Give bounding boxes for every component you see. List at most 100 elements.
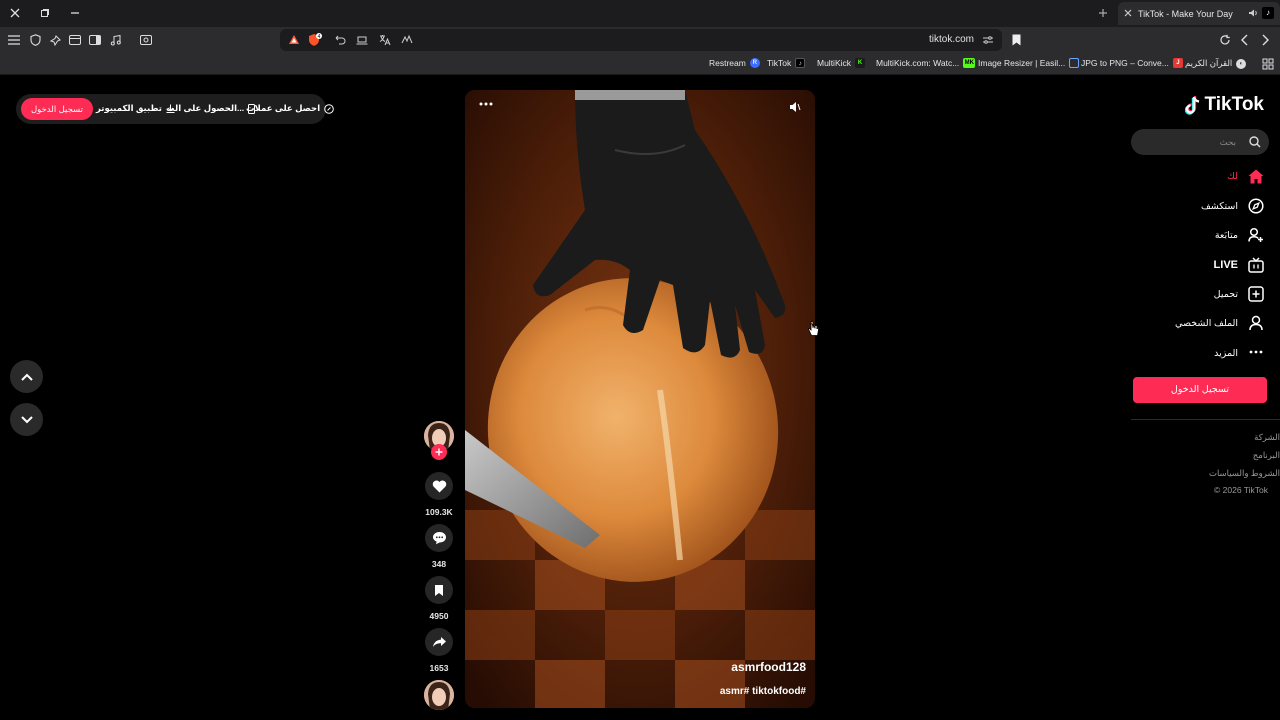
laptop-icon[interactable]: [356, 34, 368, 46]
new-tab-icon[interactable]: [1092, 4, 1114, 22]
restream-icon: R: [749, 58, 760, 68]
top-actions-pill: تسجيل الدخول تطبيق الكمبيوتر الحصول على …: [16, 94, 334, 124]
tiktok-note-icon: [1184, 95, 1199, 115]
search-placeholder: بحث: [1219, 137, 1236, 147]
browser-tab[interactable]: TikTok - Make Your Day ♪: [1118, 2, 1280, 25]
bookmark-icon: [435, 584, 443, 596]
get-coins-link[interactable]: احصل على عملات: [246, 103, 334, 114]
url-text: tiktok.com: [928, 34, 974, 45]
upload-icon[interactable]: [1247, 285, 1265, 303]
speaker-icon[interactable]: [1248, 8, 1258, 18]
follow-button[interactable]: [431, 444, 447, 460]
bookmark-multikick-watch[interactable]: MultiKick.com: Watc... MK: [876, 58, 976, 68]
footer-program-link[interactable]: البرنامج: [1253, 450, 1280, 461]
svg-text:4: 4: [318, 34, 321, 40]
login-button-small[interactable]: تسجيل الدخول: [21, 98, 93, 120]
sidebar-item-live[interactable]: LIVE: [1214, 259, 1238, 271]
like-button[interactable]: [425, 472, 453, 500]
profile-icon[interactable]: [1247, 314, 1265, 332]
sidebar-item-upload[interactable]: تحميل: [1214, 289, 1238, 300]
home-icon[interactable]: [1247, 167, 1265, 185]
brave-shield-icon[interactable]: 4: [308, 33, 322, 47]
video-frame-image: [465, 90, 815, 708]
shield-icon[interactable]: [27, 32, 43, 48]
get-app-link[interactable]: الحصول على الت...: [166, 103, 256, 114]
bookmark-label: JPG to PNG – Conve...: [1081, 58, 1169, 68]
speedreader-icon[interactable]: [401, 34, 413, 46]
share-count: 1653: [429, 663, 449, 673]
sidebar-icon[interactable]: [87, 32, 103, 48]
volume-icon[interactable]: [789, 101, 801, 113]
pin-icon[interactable]: [47, 32, 63, 48]
more-options-icon[interactable]: [479, 102, 493, 106]
sidebar-item-following[interactable]: متابَعة: [1215, 230, 1238, 241]
tabs-icon[interactable]: [67, 32, 83, 48]
more-icon[interactable]: [1247, 343, 1265, 361]
tiktok-favicon-icon: ♪: [1262, 7, 1274, 19]
comment-icon: [432, 532, 446, 545]
bookmarks-bar: Restream R TikTok ♪ MultiKick K MultiKic…: [0, 53, 1280, 75]
screenshot-icon[interactable]: [138, 32, 154, 48]
tab-title: TikTok - Make Your Day: [1138, 8, 1233, 19]
comment-count: 348: [431, 559, 447, 569]
restore-window-icon[interactable]: [34, 4, 56, 22]
login-button[interactable]: تسجيل الدخول: [1133, 377, 1267, 403]
site-settings-icon[interactable]: [982, 34, 994, 46]
music-disc-avatar[interactable]: [424, 680, 454, 710]
translate-icon[interactable]: [379, 34, 391, 46]
bookmark-icon[interactable]: [1008, 32, 1024, 48]
footer-company-link[interactable]: الشركة: [1254, 432, 1280, 443]
video-hashtags[interactable]: asmr# tiktokfood#: [720, 686, 806, 697]
music-icon[interactable]: [107, 32, 123, 48]
search-bar[interactable]: بحث: [1131, 129, 1269, 155]
bookmark-restream[interactable]: Restream R: [709, 58, 760, 68]
previous-video-button[interactable]: [10, 360, 43, 393]
reload-icon[interactable]: [1217, 32, 1233, 48]
minimize-window-icon[interactable]: [64, 4, 86, 22]
coin-icon: [324, 103, 334, 114]
kick-icon: K: [855, 58, 866, 68]
bookmark-image-resizer[interactable]: Image Resizer | Easil...: [978, 58, 1080, 68]
bookmark-label: MultiKick: [817, 58, 852, 68]
bookmark-tiktok[interactable]: TikTok ♪: [767, 58, 806, 68]
video-username[interactable]: asmrfood128: [731, 660, 806, 674]
close-tab-icon[interactable]: [1124, 9, 1132, 17]
sidebar-item-explore[interactable]: استكشف: [1201, 201, 1238, 212]
desktop-app-link[interactable]: تطبيق الكمبيوتر: [96, 103, 175, 114]
address-bar[interactable]: 4 tiktok.com: [280, 29, 1002, 51]
bookmark-quran[interactable]: القرآن الكريم ◐: [1185, 58, 1247, 69]
video-player[interactable]: asmrfood128 asmr# tiktokfood#: [465, 90, 815, 708]
compass-icon[interactable]: [1247, 197, 1265, 215]
music-disc-image: [424, 680, 454, 710]
menu-icon[interactable]: [6, 32, 22, 48]
sidebar-item-profile[interactable]: الملف الشخصي: [1175, 318, 1238, 329]
save-button[interactable]: [425, 576, 453, 604]
bookmark-label: TikTok: [767, 58, 792, 68]
following-icon[interactable]: [1247, 226, 1265, 244]
tiktok-logo[interactable]: TikTok: [1184, 94, 1264, 116]
sidebar-item-foryou[interactable]: لك: [1227, 171, 1238, 182]
grid-apps-icon[interactable]: [1262, 58, 1274, 70]
share-button[interactable]: [425, 628, 453, 656]
hand-cursor-icon: [808, 321, 819, 337]
footer-terms-link[interactable]: الشروط والسياسات: [1209, 468, 1280, 479]
browser-titlebar: TikTok - Make Your Day ♪: [0, 0, 1280, 27]
bookmark-label: MultiKick.com: Watc...: [876, 58, 960, 68]
tiktok-icon: ♪: [795, 58, 806, 68]
sidebar-item-more[interactable]: المزيد: [1214, 348, 1238, 359]
logo-text: TikTok: [1204, 94, 1264, 115]
close-window-icon[interactable]: [4, 4, 26, 22]
browser-toolbar: 4 tiktok.com: [0, 27, 1280, 53]
forward-icon[interactable]: [1257, 32, 1273, 48]
comment-button[interactable]: [425, 524, 453, 552]
search-icon[interactable]: [1249, 136, 1261, 148]
bookmark-multikick[interactable]: MultiKick K: [817, 58, 866, 68]
live-icon[interactable]: [1247, 256, 1265, 274]
brave-rewards-icon[interactable]: [288, 34, 300, 46]
next-video-button[interactable]: [10, 403, 43, 436]
history-icon[interactable]: [334, 34, 346, 46]
bookmark-jpg-to-png[interactable]: JPG to PNG – Conve... J: [1081, 58, 1183, 68]
chevron-up-icon: [20, 373, 33, 381]
back-icon[interactable]: [1237, 32, 1253, 48]
footer-copyright: © 2026 TikTok: [1214, 485, 1268, 495]
